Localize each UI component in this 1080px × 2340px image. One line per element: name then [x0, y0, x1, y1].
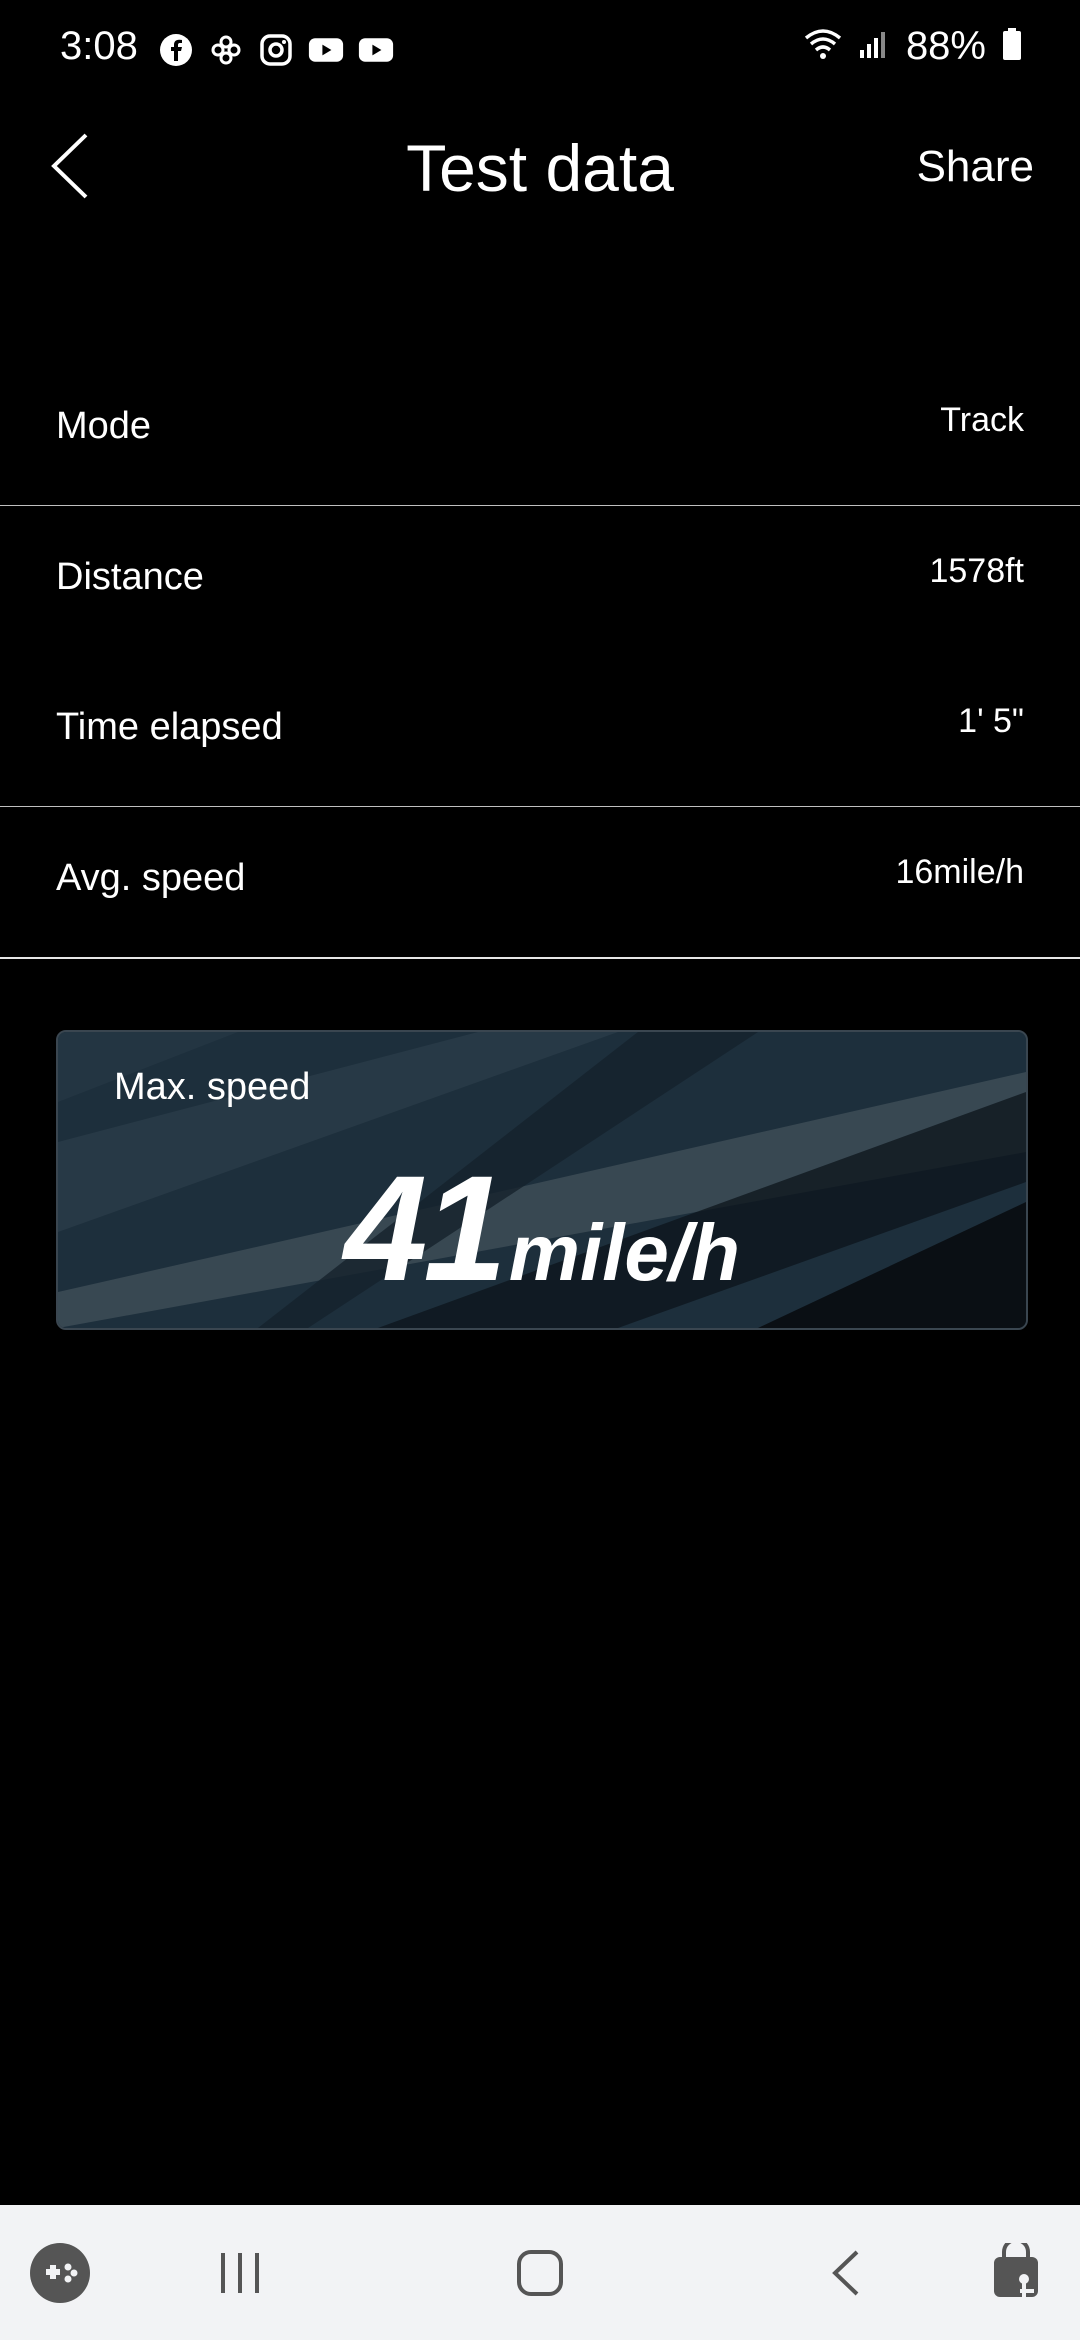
divider [0, 957, 1080, 959]
pinwheel-icon [208, 32, 244, 68]
game-launcher-button[interactable] [20, 2235, 100, 2315]
row-avg-speed: Avg. speed 16mile/h [0, 807, 1080, 957]
row-label: Avg. speed [56, 857, 246, 899]
row-value: Track [940, 401, 1024, 439]
home-icon [515, 2248, 565, 2303]
status-bar: 3:08 88% [0, 0, 1080, 100]
row-label: Distance [56, 556, 204, 598]
row-time-elapsed: Time elapsed 1' 5" [0, 656, 1080, 806]
row-value: 1' 5" [958, 702, 1024, 740]
row-label: Time elapsed [56, 706, 283, 748]
battery-icon [1002, 27, 1022, 66]
status-time: 3:08 [60, 24, 138, 68]
gamepad-icon [28, 2241, 92, 2310]
row-mode: Mode Track [0, 355, 1080, 505]
lock-touch-icon [990, 2237, 1050, 2308]
share-button[interactable]: Share [917, 142, 1034, 192]
nav-back-button[interactable] [805, 2235, 885, 2315]
youtube-icon [308, 32, 344, 68]
chevron-left-icon [827, 2248, 863, 2303]
max-speed-number: 41 [343, 1144, 507, 1312]
row-label: Mode [56, 405, 152, 447]
notification-icons [158, 32, 394, 68]
youtube-icon [358, 32, 394, 68]
recent-apps-button[interactable] [200, 2235, 280, 2315]
test-data-list: Mode Track Distance 1578ft Time elapsed … [0, 355, 1080, 959]
instagram-icon [258, 32, 294, 68]
app-bar: Test data Share [0, 110, 1080, 230]
system-nav-bar [0, 2205, 1080, 2340]
wifi-icon [804, 28, 842, 65]
max-speed-label: Max. speed [114, 1066, 311, 1108]
facebook-icon [158, 32, 194, 68]
home-button[interactable] [500, 2235, 580, 2315]
max-speed-unit: mile/h [508, 1208, 741, 1297]
max-speed-value: 41mile/h [58, 1142, 1026, 1315]
row-value: 1578ft [929, 552, 1024, 590]
battery-percent: 88% [905, 24, 986, 68]
recent-apps-icon [215, 2251, 265, 2300]
signal-icon [858, 28, 890, 65]
max-speed-card: Max. speed 41mile/h [56, 1030, 1028, 1330]
row-value: 16mile/h [895, 853, 1024, 891]
accessibility-button[interactable] [980, 2235, 1060, 2315]
status-right: 88% [804, 24, 1022, 69]
row-distance: Distance 1578ft [0, 506, 1080, 656]
